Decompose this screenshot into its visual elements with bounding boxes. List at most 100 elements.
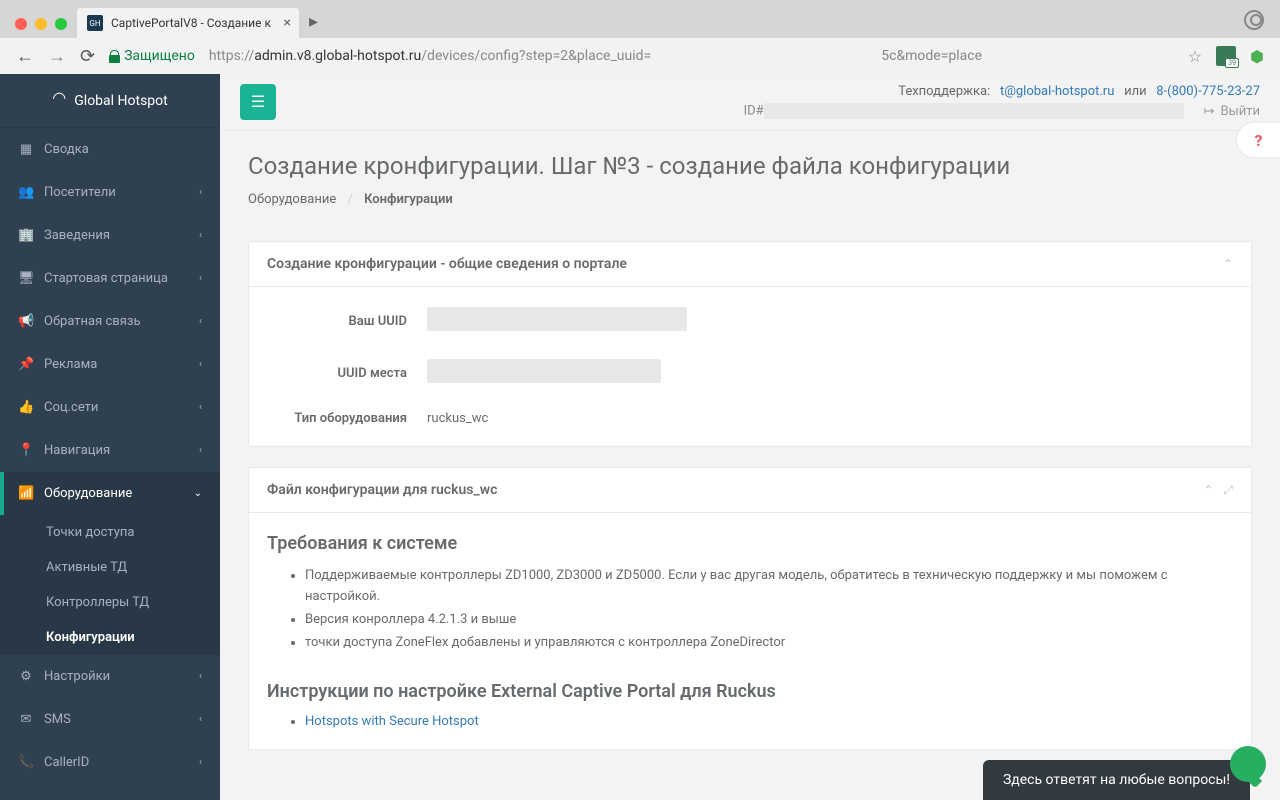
chevron-down-icon: ⌄ — [194, 488, 202, 499]
uuid-label: Ваш UUID — [267, 314, 427, 329]
tab-close-icon[interactable]: × — [283, 15, 290, 31]
chat-widget[interactable]: Здесь ответят на любые вопросы! — [983, 760, 1250, 800]
collapse-icon[interactable]: ⌃ — [1223, 257, 1233, 271]
account-icon[interactable] — [1244, 10, 1264, 30]
secure-label: Защищено — [124, 48, 195, 64]
panel-body: Требования к системе Поддерживаемые конт… — [249, 513, 1251, 749]
lock-icon — [109, 50, 120, 63]
startpage-icon: 🖥 — [18, 271, 34, 286]
panel-tools: ⌃ — [1223, 257, 1233, 271]
window-controls — [10, 18, 77, 38]
forward-button[interactable]: → — [48, 46, 66, 67]
sidebar-item-ads[interactable]: 📌Реклама‹ — [0, 343, 220, 386]
eq-type-value: ruckus_wc — [427, 411, 488, 426]
minimize-window-icon[interactable] — [35, 18, 47, 30]
sidebar-item-startpage[interactable]: 🖥 Стартовая страница ‹ — [0, 257, 220, 300]
chat-text: Здесь ответят на любые вопросы! — [1003, 772, 1230, 788]
app-container: Global Hotspot ▦Сводка 👥Посетители‹ 🏢Зав… — [0, 74, 1280, 800]
page-header: Создание кронфигурации. Шаг №3 - создани… — [220, 131, 1280, 221]
help-button[interactable]: ? — [1236, 122, 1280, 158]
reload-button[interactable]: ⟳ — [80, 46, 95, 67]
url-input[interactable]: https://admin.v8.global-hotspot.ru/devic… — [209, 48, 1174, 64]
places-icon: 🏢 — [18, 228, 34, 243]
summary-icon: ▦ — [18, 142, 34, 157]
sidebar-item-label: CallerID — [44, 755, 89, 770]
subnav-controllers[interactable]: Контроллеры ТД — [0, 585, 220, 620]
place-uuid-label: UUID места — [267, 366, 427, 381]
chevron-left-icon: ‹ — [199, 187, 202, 198]
maximize-window-icon[interactable] — [55, 18, 67, 30]
back-button[interactable]: ← — [16, 46, 34, 67]
chevron-left-icon: ‹ — [199, 671, 202, 682]
new-tab-button[interactable]: ▸ — [299, 11, 328, 38]
id-value-redacted — [764, 103, 1184, 119]
close-window-icon[interactable] — [15, 18, 27, 30]
sidebar-item-navigation[interactable]: 📍 Навигация ‹ — [0, 429, 220, 472]
expand-icon[interactable]: ⤢ — [1223, 483, 1233, 498]
panel-title: Создание кронфигурации - общие сведения … — [267, 256, 627, 272]
subnav-access-points[interactable]: Точки доступа — [0, 515, 220, 550]
chevron-left-icon: ‹ — [199, 316, 202, 327]
place-uuid-value-redacted — [427, 359, 661, 383]
settings-icon: ⚙ — [18, 669, 34, 684]
form-row-place-uuid: UUID места — [267, 359, 1233, 387]
subnav-active-ap[interactable]: Активные ТД — [0, 550, 220, 585]
feedback-icon: 📢 — [18, 314, 34, 329]
chevron-left-icon: ‹ — [199, 273, 202, 284]
id-label: ID# — [744, 103, 764, 118]
sms-icon: ✉ — [18, 712, 34, 727]
sidebar-item-label: SMS — [44, 712, 71, 727]
list-item: точки доступа ZoneFlex добавлены и управ… — [305, 633, 1233, 654]
panel-general: Создание кронфигурации - общие сведения … — [248, 241, 1252, 447]
tab-favicon-icon: GH — [87, 15, 103, 31]
sidebar-item-sms[interactable]: ✉SMS‹ — [0, 698, 220, 741]
logout-button[interactable]: ↦ Выйти — [1204, 104, 1260, 119]
browser-tab[interactable]: GH CaptivePortalV8 - Создание к × — [77, 8, 299, 38]
panel-header: Создание кронфигурации - общие сведения … — [249, 242, 1251, 287]
collapse-icon[interactable]: ⌃ — [1203, 483, 1213, 498]
sidebar-item-places[interactable]: 🏢Заведения‹ — [0, 214, 220, 257]
sidebar-item-callerid[interactable]: 📞CallerID‹ — [0, 741, 220, 784]
eq-type-label: Тип оборудования — [267, 411, 427, 426]
sidebar-item-social[interactable]: 👍Соц.сети‹ — [0, 386, 220, 429]
subnav-configurations[interactable]: Конфигурации — [0, 620, 220, 655]
callerid-icon: 📞 — [18, 755, 34, 770]
support-or: или — [1124, 84, 1147, 99]
hamburger-button[interactable]: ☰ — [240, 84, 276, 120]
visitors-icon: 👥 — [18, 185, 34, 200]
navigation-icon: 📍 — [18, 443, 34, 458]
sidebar-item-label: Стартовая страница — [44, 271, 168, 286]
sidebar-subnav: Точки доступа Активные ТД Контроллеры ТД… — [0, 515, 220, 655]
breadcrumb-current: Конфигурации — [364, 192, 453, 207]
sidebar-item-feedback[interactable]: 📢Обратная связь‹ — [0, 300, 220, 343]
ads-icon: 📌 — [18, 357, 34, 372]
wifi-icon — [52, 94, 66, 108]
browser-chrome: GH CaptivePortalV8 - Создание к × ▸ ← → … — [0, 0, 1280, 74]
support-email-link[interactable]: t@global-hotspot.ru — [1000, 84, 1114, 99]
breadcrumb-root[interactable]: Оборудование — [248, 192, 336, 207]
sidebar-item-equipment[interactable]: 📶Оборудование⌄ — [0, 472, 220, 515]
topbar: ☰ Техподдержка: t@global-hotspot.ru или … — [220, 74, 1280, 131]
uuid-value-redacted — [427, 307, 687, 331]
bookmark-icon[interactable]: ☆ — [1188, 47, 1202, 66]
brand[interactable]: Global Hotspot — [0, 74, 220, 128]
sidebar-item-label: Навигация — [44, 443, 110, 458]
form-row-uuid: Ваш UUID — [267, 307, 1233, 335]
sidebar-item-visitors[interactable]: 👥Посетители‹ — [0, 171, 220, 214]
sidebar-item-settings[interactable]: ⚙Настройки‹ — [0, 655, 220, 698]
chevron-left-icon: ‹ — [199, 445, 202, 456]
instruction-link[interactable]: Hotspots with Secure Hotspot — [305, 714, 479, 729]
extension-icon[interactable]: 39 — [1216, 46, 1236, 66]
sidebar-item-summary[interactable]: ▦Сводка — [0, 128, 220, 171]
topbar-right: Техподдержка: t@global-hotspot.ru или 8-… — [744, 84, 1260, 119]
address-bar: ← → ⟳ Защищено https://admin.v8.global-h… — [0, 38, 1280, 74]
logout-label: Выйти — [1221, 104, 1260, 119]
secure-badge[interactable]: Защищено — [109, 48, 195, 64]
sidebar-item-label: Соц.сети — [44, 400, 98, 415]
shield-icon[interactable]: ⬢ — [1250, 47, 1264, 66]
brand-label: Global Hotspot — [74, 93, 167, 109]
panel-config-file: Файл конфигурации для ruckus_wc ⌃ ⤢ Треб… — [248, 467, 1252, 750]
support-phone[interactable]: 8-(800)-775-23-27 — [1156, 84, 1260, 99]
id-logout-row: ID# ↦ Выйти — [744, 103, 1260, 119]
support-line: Техподдержка: t@global-hotspot.ru или 8-… — [744, 84, 1260, 99]
